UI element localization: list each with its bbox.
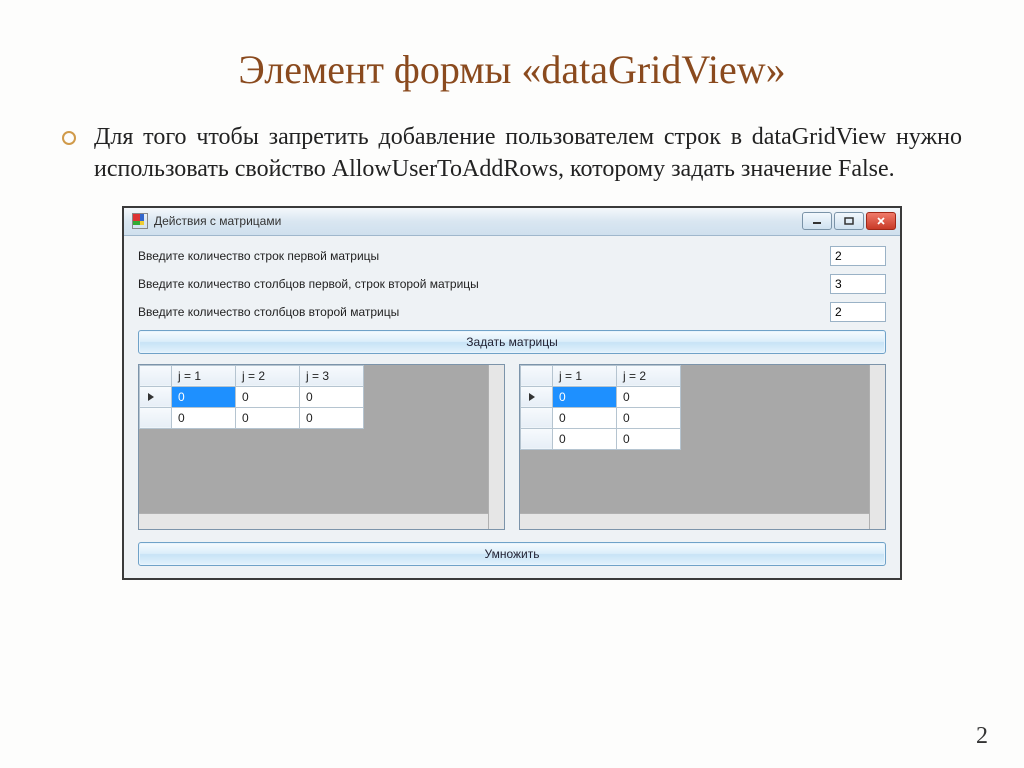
- cell[interactable]: 0: [300, 386, 364, 407]
- bullet-icon: [62, 131, 76, 145]
- corner-header: [140, 365, 172, 386]
- cell[interactable]: 0: [172, 407, 236, 428]
- minimize-button[interactable]: [802, 212, 832, 230]
- row-header[interactable]: [140, 386, 172, 407]
- col-header[interactable]: j = 3: [300, 365, 364, 386]
- label-rows-first: Введите количество строк первой матрицы: [138, 249, 830, 263]
- col-header[interactable]: j = 1: [172, 365, 236, 386]
- window-titlebar[interactable]: Действия с матрицами: [124, 208, 900, 236]
- scrollbar-vertical[interactable]: [869, 365, 885, 529]
- maximize-button[interactable]: [834, 212, 864, 230]
- window-title: Действия с матрицами: [154, 214, 802, 228]
- row-header[interactable]: [521, 428, 553, 449]
- row-header[interactable]: [140, 407, 172, 428]
- cell[interactable]: 0: [300, 407, 364, 428]
- multiply-button[interactable]: Умножить: [138, 542, 886, 566]
- col-header[interactable]: j = 1: [553, 365, 617, 386]
- cell[interactable]: 0: [617, 407, 681, 428]
- datagridview-first[interactable]: j = 1 j = 2 j = 3 0 0 0: [138, 364, 505, 530]
- cell[interactable]: 0: [553, 386, 617, 407]
- cell[interactable]: 0: [172, 386, 236, 407]
- datagridview-second[interactable]: j = 1 j = 2 0 0 0 0: [519, 364, 886, 530]
- input-rows-first[interactable]: [830, 246, 886, 266]
- embedded-screenshot: Действия с матрицами Введите количество …: [122, 206, 902, 580]
- cell[interactable]: 0: [236, 407, 300, 428]
- scrollbar-vertical[interactable]: [488, 365, 504, 529]
- bullet-item: Для того чтобы запретить добавление поль…: [62, 121, 962, 186]
- cell[interactable]: 0: [553, 407, 617, 428]
- col-header[interactable]: j = 2: [617, 365, 681, 386]
- scrollbar-horizontal[interactable]: [139, 513, 488, 529]
- slide-number: 2: [976, 723, 988, 750]
- app-icon: [132, 213, 148, 229]
- cell[interactable]: 0: [617, 428, 681, 449]
- input-cols-second[interactable]: [830, 302, 886, 322]
- bullet-text: Для того чтобы запретить добавление поль…: [94, 121, 962, 186]
- cell[interactable]: 0: [553, 428, 617, 449]
- label-cols-second: Введите количество столбцов второй матри…: [138, 305, 830, 319]
- row-header[interactable]: [521, 407, 553, 428]
- row-indicator-icon: [529, 393, 535, 401]
- scrollbar-horizontal[interactable]: [520, 513, 869, 529]
- cell[interactable]: 0: [617, 386, 681, 407]
- row-header[interactable]: [521, 386, 553, 407]
- input-cols-first-rows-second[interactable]: [830, 274, 886, 294]
- corner-header: [521, 365, 553, 386]
- row-indicator-icon: [148, 393, 154, 401]
- col-header[interactable]: j = 2: [236, 365, 300, 386]
- cell[interactable]: 0: [236, 386, 300, 407]
- label-cols-first-rows-second: Введите количество столбцов первой, стро…: [138, 277, 830, 291]
- set-matrices-button[interactable]: Задать матрицы: [138, 330, 886, 354]
- close-button[interactable]: [866, 212, 896, 230]
- slide-title: Элемент формы «dataGridView»: [56, 46, 968, 93]
